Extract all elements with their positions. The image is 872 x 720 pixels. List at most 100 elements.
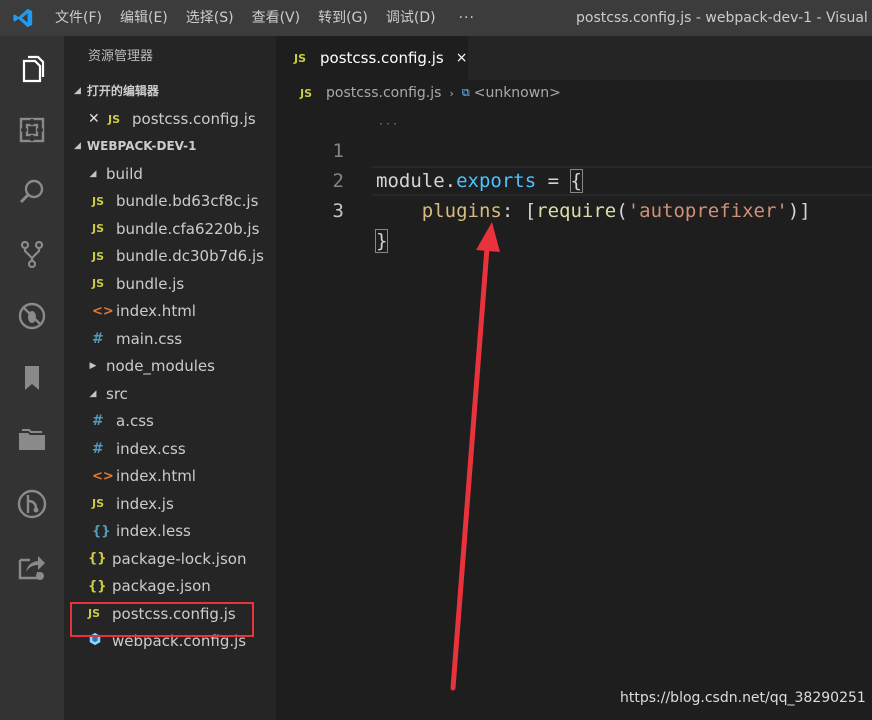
tree-item-label: package-lock.json (112, 549, 247, 568)
menu-file[interactable]: 文件(F) (46, 0, 111, 36)
code-editor[interactable]: 1 module.exports = { ··· 2 plugins: [req… (276, 106, 872, 253)
tree-item-label: build (106, 164, 143, 183)
ellipsis-icon: ··· (378, 119, 400, 130)
tab-postcss-config[interactable]: JS postcss.config.js × (276, 36, 468, 80)
js-file-icon: JS (92, 249, 105, 263)
menu-selection[interactable]: 选择(S) (177, 0, 243, 36)
tree-item[interactable]: JS bundle.js (64, 270, 276, 297)
highlight-box (70, 602, 254, 637)
folder-icon[interactable] (0, 412, 64, 468)
js-file-icon: JS (108, 112, 121, 126)
chevron-down-icon: ◢ (89, 168, 97, 179)
less-file-icon: {} (92, 523, 111, 539)
json-file-icon: {} (88, 578, 107, 594)
menu-go[interactable]: 转到(G) (309, 0, 377, 36)
css-file-icon: # (92, 440, 104, 457)
tree-item-label: a.css (116, 412, 154, 430)
bookmarks-icon[interactable] (0, 350, 64, 406)
html-file-icon: <> (92, 468, 114, 484)
search-icon[interactable] (0, 164, 64, 220)
code-token: plugins (421, 200, 502, 222)
js-file-icon: JS (92, 194, 105, 208)
tree-item[interactable]: JS index.js (64, 490, 276, 517)
tree-item-label: main.css (116, 329, 183, 348)
open-editors-label: 打开的编辑器 (86, 84, 159, 98)
tree-item[interactable]: JS bundle.bd63cf8c.js (64, 188, 276, 215)
code-token: ( (616, 200, 628, 222)
menu-more-button[interactable]: ··· (445, 0, 489, 36)
tree-item-label: index.html (116, 467, 196, 485)
watermark: https://blog.csdn.net/qq_38290251 (620, 690, 866, 706)
js-file-icon: JS (294, 51, 307, 65)
tree-item[interactable]: # main.css (64, 325, 276, 352)
tree-item[interactable]: ▶ node_modules (64, 353, 276, 380)
css-file-icon: # (92, 330, 104, 347)
menu-debug[interactable]: 调试(D) (377, 0, 445, 36)
tree-item-label: src (106, 384, 128, 403)
tree-item[interactable]: <> index.html (64, 298, 276, 325)
open-editors-header[interactable]: ◢ 打开的编辑器 (64, 78, 276, 105)
chevron-right-icon: ▶ (89, 361, 97, 371)
breadcrumb-symbol[interactable]: <unknown> (474, 85, 561, 101)
js-file-icon: JS (92, 222, 105, 235)
extensions-icon[interactable] (0, 102, 64, 158)
tree-item[interactable]: JS bundle.cfa6220b.js (64, 215, 276, 242)
tab-label: postcss.config.js (320, 49, 444, 67)
title-bar: 文件(F) 编辑(E) 选择(S) 查看(V) 转到(G) 调试(D) ··· … (0, 0, 872, 36)
file-tree: ◢ build JS bundle.bd63cf8c.js JS bundle.cfa62… (64, 160, 276, 655)
tree-item[interactable]: {} package.json (64, 573, 276, 600)
code-token: : [ (501, 200, 537, 222)
source-control-icon[interactable] (0, 226, 64, 282)
tree-item[interactable]: JS bundle.dc30b7d6.js (64, 243, 276, 270)
tree-item[interactable]: # a.css (64, 408, 276, 435)
tree-item-label: package.json (112, 577, 211, 595)
project-header[interactable]: ◢ WEBPACK-DEV-1 (64, 133, 276, 160)
breadcrumb-file[interactable]: postcss.config.js (326, 85, 441, 101)
chevron-right-icon: › (449, 86, 454, 100)
line-number: 3 (332, 200, 344, 222)
js-file-icon: JS (92, 277, 105, 290)
tree-item-label: index.css (116, 439, 186, 458)
js-file-icon: JS (92, 497, 105, 510)
tab-bar: JS postcss.config.js × (276, 36, 872, 80)
tree-item-label: index.less (116, 522, 191, 540)
code-token: } (374, 229, 389, 253)
menu-view[interactable]: 查看(V) (243, 0, 310, 36)
files-icon[interactable] (0, 42, 64, 98)
css-file-icon: # (92, 413, 104, 429)
tree-item[interactable]: <> index.html (64, 463, 276, 490)
tree-item-label: node_modules (106, 357, 215, 375)
json-file-icon: {} (88, 551, 107, 566)
code-token: 'autoprefixer' (627, 200, 788, 222)
editor-area: JS postcss.config.js × JS postcss.config… (276, 36, 872, 720)
code-token: )] (787, 200, 811, 222)
code-token: require (536, 200, 617, 222)
open-editor-label: postcss.config.js (132, 110, 256, 128)
window-title: postcss.config.js - webpack-dev-1 - Visu… (576, 10, 872, 26)
project-label: WEBPACK-DEV-1 (86, 139, 197, 153)
open-editor-item[interactable]: ✕ JS postcss.config.js (64, 105, 276, 133)
close-icon[interactable]: ✕ (88, 111, 104, 127)
debug-icon[interactable] (0, 288, 64, 344)
code-line-3: 3 } (276, 166, 872, 253)
live-share-icon[interactable] (0, 538, 64, 594)
explorer-title: 资源管理器 (88, 49, 154, 64)
menu-edit[interactable]: 编辑(E) (111, 0, 177, 36)
activity-bar (0, 36, 64, 720)
tree-item[interactable]: {} package-lock.json (64, 545, 276, 572)
tree-item[interactable]: ◢ build (64, 160, 276, 187)
tree-item[interactable]: {} index.less (64, 518, 276, 545)
code-line-1: 1 module.exports = { ··· (276, 106, 872, 193)
tree-item-label: index.js (116, 494, 174, 513)
tree-item-label: bundle.cfa6220b.js (116, 219, 260, 238)
gitlens-icon[interactable] (0, 476, 64, 532)
vscode-logo-icon (0, 0, 46, 36)
breadcrumb: JS postcss.config.js › ⧉ <unknown> (276, 80, 872, 106)
tree-item-label: bundle.dc30b7d6.js (116, 247, 264, 265)
close-icon[interactable]: × (456, 50, 468, 66)
js-file-icon: JS (300, 86, 313, 100)
tree-item[interactable]: # index.css (64, 435, 276, 462)
tree-item-label: index.html (116, 302, 196, 320)
tree-item-label: bundle.bd63cf8c.js (116, 192, 259, 210)
tree-item[interactable]: ◢ src (64, 380, 276, 407)
